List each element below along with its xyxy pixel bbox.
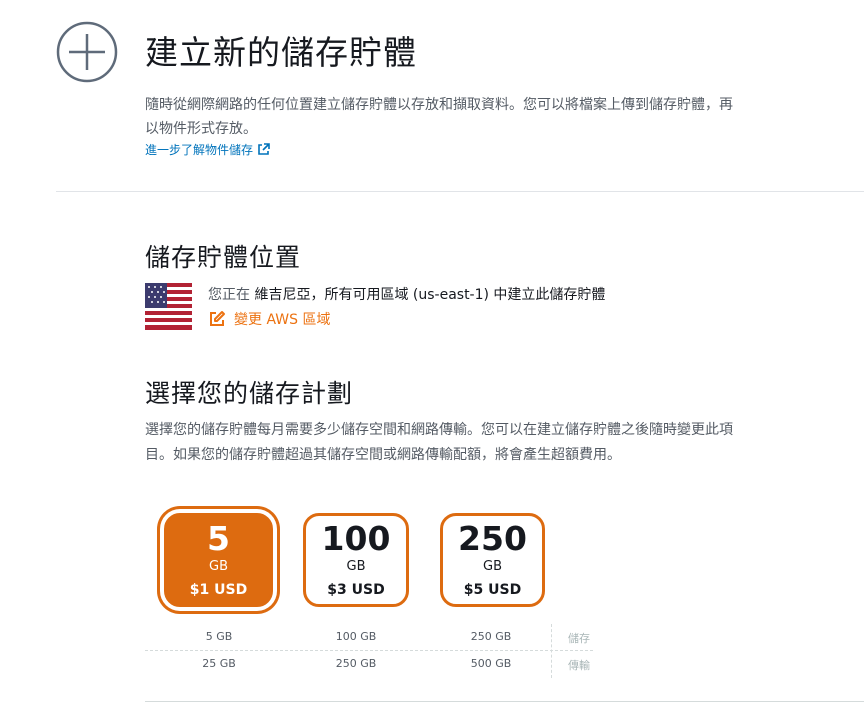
learn-more-label: 進一步了解物件儲存 — [145, 143, 254, 157]
plan-option-100gb[interactable]: 100 GB $3 USD — [303, 513, 409, 607]
page-description: 隨時從網際網路的任何位置建立儲存貯體以存放和擷取資料。您可以將檔案上傳到儲存貯體… — [145, 97, 733, 137]
row-separator — [145, 650, 593, 651]
plan-unit: GB — [209, 559, 228, 574]
plan-unit: GB — [346, 559, 366, 574]
plan-price: $1 USD — [189, 582, 248, 598]
change-region-link[interactable]: 變更 AWS 區域 — [208, 309, 330, 329]
plan-section-title: 選擇您的儲存計劃 — [145, 379, 354, 408]
section-divider — [56, 191, 864, 192]
change-region-label: 變更 AWS 區域 — [234, 312, 331, 328]
plan-storage-value: 250 GB — [470, 630, 512, 643]
us-flag-icon — [145, 283, 192, 330]
plan-option-250gb[interactable]: 250 GB $5 USD — [440, 513, 545, 607]
plan-price: $3 USD — [327, 582, 385, 598]
plus-circle-icon — [56, 21, 118, 83]
plan-storage-value: 100 GB — [335, 630, 377, 643]
section-divider — [145, 701, 864, 702]
plan-price: $5 USD — [463, 582, 522, 598]
edit-icon — [210, 311, 225, 326]
region-prefix: 您正在 — [208, 287, 250, 303]
page-title: 建立新的儲存貯體 — [145, 33, 417, 72]
plan-storage-value: 5 GB — [205, 630, 233, 643]
transfer-label: 傳輸 — [568, 659, 590, 672]
external-link-icon — [258, 143, 270, 155]
plan-option-5gb[interactable]: 5 GB $1 USD — [164, 513, 273, 607]
plan-size: 250 — [458, 519, 527, 558]
location-section-title: 儲存貯體位置 — [145, 243, 302, 272]
plan-size: 100 — [321, 519, 391, 558]
storage-label: 儲存 — [568, 632, 590, 645]
region-name: 維吉尼亞，所有可用區域 (us-east-1) 中建立此儲存貯體 — [254, 287, 606, 303]
plan-unit: GB — [483, 559, 502, 574]
plan-transfer-value: 500 GB — [470, 657, 512, 670]
plan-transfer-value: 25 GB — [202, 657, 236, 670]
learn-more-link[interactable]: 進一步了解物件儲存 — [145, 141, 270, 158]
plan-transfer-value: 250 GB — [335, 657, 377, 670]
region-info: 您正在 維吉尼亞，所有可用區域 (us-east-1) 中建立此儲存貯體 — [208, 284, 605, 304]
plan-size: 5 — [207, 519, 230, 558]
column-separator — [551, 624, 552, 678]
plan-description: 選擇您的儲存貯體每月需要多少儲存空間和網路傳輸。您可以在建立儲存貯體之後隨時變更… — [145, 422, 733, 463]
